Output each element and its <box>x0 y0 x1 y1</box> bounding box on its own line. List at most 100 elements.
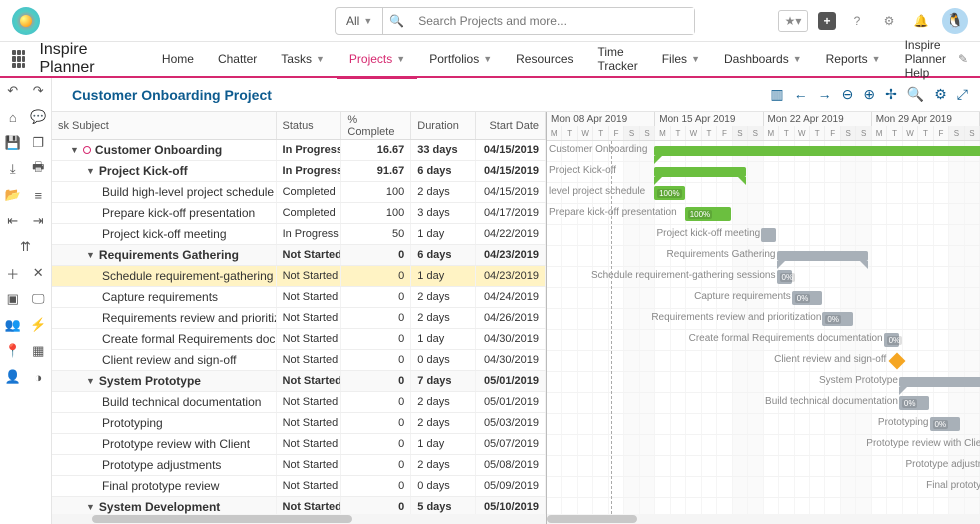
task-row[interactable]: ▼Customer OnboardingIn Progress16.6733 d… <box>52 140 546 161</box>
gantt-scrollbar[interactable] <box>547 514 980 524</box>
indent-right-icon[interactable]: ⇥ <box>26 208 52 234</box>
gear-icon[interactable]: ⚙ <box>878 10 900 32</box>
caret-icon[interactable]: ▼ <box>86 502 95 512</box>
monitor-icon[interactable]: 🖵 <box>26 286 52 312</box>
help-icon[interactable]: ? <box>846 10 868 32</box>
task-row[interactable]: Prototype adjustmentsNot Started02 days0… <box>52 455 546 476</box>
page-title: Customer Onboarding Project <box>72 87 272 103</box>
gantt-bar[interactable]: 100% <box>654 186 685 200</box>
task-row[interactable]: ▼System PrototypeNot Started07 days05/01… <box>52 371 546 392</box>
notification-icon[interactable]: 🔔 <box>910 10 932 32</box>
copy-icon[interactable]: ❐ <box>26 130 52 156</box>
col-dur[interactable]: Duration <box>411 112 476 139</box>
task-row[interactable]: Build high-level project scheduleComplet… <box>52 182 546 203</box>
grid-icon[interactable]: ▦ <box>26 338 52 364</box>
add-icon[interactable]: + <box>818 12 836 30</box>
col-start[interactable]: Start Date <box>476 112 546 139</box>
task-row[interactable]: Schedule requirement-gathering sessionsN… <box>52 266 546 287</box>
nav-time-tracker[interactable]: Time Tracker <box>586 41 650 77</box>
caret-icon[interactable]: ▼ <box>70 145 79 155</box>
task-row[interactable]: Capture requirementsNot Started02 days04… <box>52 287 546 308</box>
task-row[interactable]: Prepare kick-off presentationCompleted10… <box>52 203 546 224</box>
indent-left-icon[interactable]: ⇤ <box>0 208 26 234</box>
arrow-right-icon[interactable]: → <box>818 86 832 103</box>
folder-icon[interactable]: 📂 <box>0 182 26 208</box>
gantt-bar[interactable]: 0% <box>792 291 823 305</box>
columns-icon[interactable]: ▥ <box>770 86 783 103</box>
task-row[interactable]: Create formal Requirements documentation… <box>52 329 546 350</box>
export-icon[interactable]: ⤓ <box>0 156 26 182</box>
nav-tasks[interactable]: Tasks▼ <box>269 41 337 77</box>
nav-reports[interactable]: Reports▼ <box>814 41 893 77</box>
gantt-bar[interactable]: 0% <box>930 417 961 431</box>
nav-portfolios[interactable]: Portfolios▼ <box>417 41 504 77</box>
collapse-icon[interactable]: ⇈ <box>0 234 51 260</box>
nav-files[interactable]: Files▼ <box>650 41 712 77</box>
gantt-bar[interactable] <box>777 251 869 261</box>
redo-icon[interactable]: ↷ <box>26 78 52 104</box>
nav-inspire-planner-help[interactable]: Inspire Planner Help <box>893 41 958 77</box>
gantt-bar[interactable] <box>761 228 776 242</box>
pin-icon[interactable]: 📍 <box>0 338 26 364</box>
task-row[interactable]: ▼System DevelopmentNot Started05 days05/… <box>52 497 546 514</box>
nav-resources[interactable]: Resources <box>504 41 585 77</box>
task-row[interactable]: Project kick-off meetingIn Progress501 d… <box>52 224 546 245</box>
assign-icon[interactable]: 👤 <box>0 364 26 390</box>
bolt-icon[interactable]: ⚡ <box>26 312 52 338</box>
avatar[interactable]: 🐧 <box>942 8 968 34</box>
caret-icon[interactable]: ▼ <box>86 376 95 386</box>
arrow-left-icon[interactable]: ← <box>794 86 808 103</box>
col-pct[interactable]: % Complete <box>341 112 411 139</box>
close-icon[interactable]: ✕ <box>26 260 52 286</box>
print-icon[interactable]: 🖶 <box>26 156 52 182</box>
list-icon[interactable]: ≡ <box>26 182 52 208</box>
task-row[interactable]: ▼Requirements GatheringNot Started06 day… <box>52 245 546 266</box>
zoom-out-icon[interactable]: ⊖ <box>842 86 854 103</box>
task-row[interactable]: Final prototype reviewNot Started00 days… <box>52 476 546 497</box>
title-bar: Customer Onboarding Project ▥ ← → ⊖ ⊕ ✢ … <box>52 78 980 112</box>
task-row[interactable]: Client review and sign-offNot Started00 … <box>52 350 546 371</box>
task-row[interactable]: PrototypingNot Started02 days05/03/2019 <box>52 413 546 434</box>
search-input[interactable] <box>410 8 694 34</box>
task-row[interactable]: Requirements review and prioritizationNo… <box>52 308 546 329</box>
chat-icon[interactable]: 💬 <box>26 104 52 130</box>
col-task[interactable]: sk Subject <box>52 112 277 139</box>
gantt-bar[interactable]: 0% <box>777 270 792 284</box>
nav-home[interactable]: Home <box>150 41 206 77</box>
fit-icon[interactable]: ✢ <box>885 86 897 103</box>
gantt-bar[interactable]: 0% <box>822 312 853 326</box>
save-icon[interactable]: 💾 <box>0 130 26 156</box>
users-icon[interactable]: 👥 <box>0 312 26 338</box>
task-row[interactable]: Build technical documentationNot Started… <box>52 392 546 413</box>
gantt-bar[interactable] <box>654 167 746 177</box>
caret-icon[interactable]: ▼ <box>86 166 95 176</box>
clipboard-icon[interactable]: ▣ <box>0 286 26 312</box>
search-icon-2[interactable]: 🔍 <box>907 86 924 103</box>
gantt-bar[interactable] <box>899 377 980 387</box>
gantt-bar[interactable]: 100% <box>685 207 731 221</box>
gantt-bar[interactable]: 0% <box>884 333 899 347</box>
gantt-bar[interactable]: 0% <box>899 396 930 410</box>
home-icon[interactable]: ⌂ <box>0 104 26 130</box>
nav-projects[interactable]: Projects▼ <box>337 41 417 77</box>
settings-icon[interactable]: ⚙ <box>934 86 947 103</box>
app-name: Inspire Planner <box>39 41 119 77</box>
task-row[interactable]: ▼Project Kick-offIn Progress91.676 days0… <box>52 161 546 182</box>
app-launcher-icon[interactable] <box>12 50 25 68</box>
favorite-icon[interactable]: ★▾ <box>778 10 808 32</box>
zoom-in-icon[interactable]: ⊕ <box>863 86 875 103</box>
milestone-icon[interactable] <box>889 353 906 370</box>
expand-icon[interactable]: ⤢ <box>957 86 968 103</box>
nav-chatter[interactable]: Chatter <box>206 41 269 77</box>
undo-icon[interactable]: ↶ <box>0 78 26 104</box>
grid-scrollbar[interactable] <box>52 514 546 524</box>
task-row[interactable]: Prototype review with ClientNot Started0… <box>52 434 546 455</box>
pencil-icon[interactable]: ✎ <box>958 52 968 66</box>
col-status[interactable]: Status <box>277 112 342 139</box>
caret-icon[interactable]: ▼ <box>86 250 95 260</box>
search-filter[interactable]: All ▼ <box>336 8 383 34</box>
nav-dashboards[interactable]: Dashboards▼ <box>712 41 814 77</box>
gauge-icon[interactable]: ◑ <box>26 364 52 390</box>
plus-icon[interactable]: ＋ <box>0 260 26 286</box>
gantt-bar[interactable] <box>654 146 980 156</box>
